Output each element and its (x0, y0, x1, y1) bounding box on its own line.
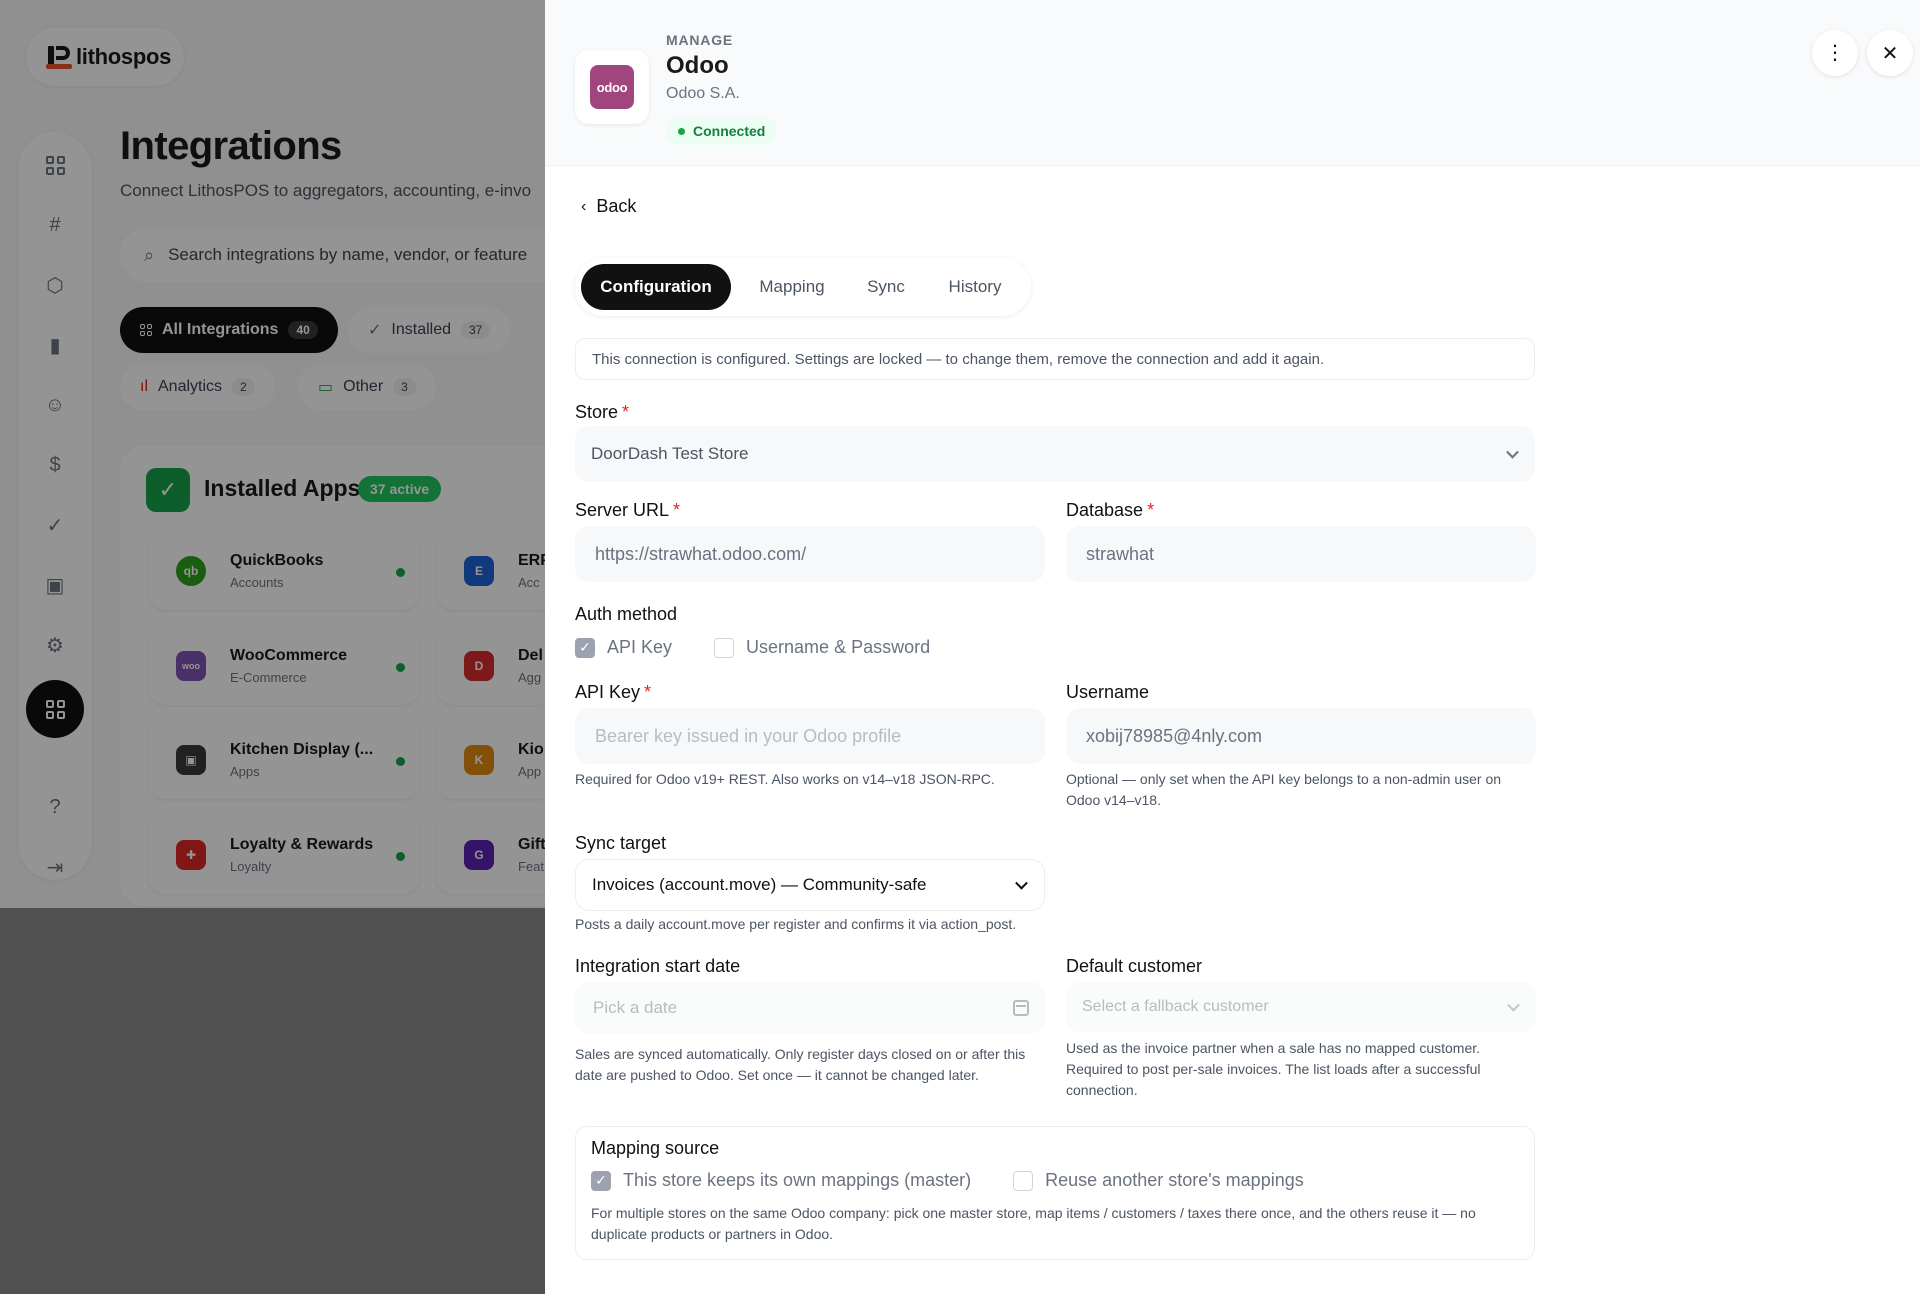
server-url-input[interactable]: https://strawhat.odoo.com/ (575, 526, 1045, 582)
status-dot (678, 127, 685, 135)
default-customer-help: Used as the invoice partner when a sale … (1066, 1040, 1481, 1098)
kebab-menu-icon: ⋮ (1825, 42, 1845, 64)
close-button[interactable]: ✕ (1867, 30, 1913, 76)
username-label: Username (1066, 682, 1150, 702)
sync-target-help: Posts a daily account.move per register … (575, 916, 1017, 932)
username-input[interactable]: xobij78985@4nly.com (1066, 708, 1536, 764)
api-key-label: API Key * (575, 682, 652, 702)
mapping-source-options: ✓ This store keeps its own mappings (mas… (591, 1170, 1304, 1191)
auth-method-options: ✓ API Key Username & Password (575, 637, 930, 658)
database-label: Database * (1066, 500, 1155, 520)
default-customer-select[interactable]: Select a fallback customer (1066, 982, 1536, 1032)
sync-target-label: Sync target (575, 833, 667, 853)
vendor-name: Odoo S.A. (666, 85, 740, 102)
mapping-source-panel: Mapping source ✓ This store keeps its ow… (575, 1126, 1535, 1260)
start-date-input[interactable]: Pick a date (575, 982, 1045, 1034)
vendor-logo: odoo (575, 50, 649, 124)
mapping-source-label: Mapping source (591, 1138, 720, 1158)
start-date-help: Sales are synced automatically. Only reg… (575, 1046, 1026, 1083)
tab-configuration[interactable]: Configuration (581, 264, 731, 310)
tab-history[interactable]: History (927, 264, 1023, 310)
tab-sync[interactable]: Sync (849, 264, 923, 310)
username-help: Optional — only set when the API key bel… (1066, 771, 1502, 808)
store-select[interactable]: DoorDash Test Store (575, 426, 1535, 482)
server-url-label: Server URL * (575, 500, 681, 520)
tab-mapping[interactable]: Mapping (739, 264, 845, 310)
mapping-source-help: For multiple stores on the same Odoo com… (591, 1205, 1476, 1242)
calendar-icon (1013, 1000, 1029, 1016)
reuse-mappings-checkbox[interactable] (1013, 1170, 1034, 1191)
default-customer-label: Default customer (1066, 956, 1203, 976)
status-badge: Connected (666, 117, 778, 145)
modal-backdrop[interactable] (0, 0, 545, 1294)
chevron-left-icon: ‹ (581, 197, 587, 215)
drawer-header: odoo MANAGE Odoo Odoo S.A. Connected ⋮ ✕ (545, 0, 1920, 166)
close-icon: ✕ (1881, 42, 1899, 65)
chevron-down-icon (1507, 998, 1520, 1012)
drawer-eyebrow: MANAGE (666, 32, 734, 48)
master-mappings-checkbox[interactable]: ✓ (591, 1170, 611, 1191)
more-options-button[interactable]: ⋮ (1812, 30, 1858, 76)
start-date-label: Integration start date (575, 956, 741, 976)
api-key-input[interactable]: Bearer key issued in your Odoo profile (575, 708, 1045, 764)
api-key-checkbox[interactable]: ✓ (575, 637, 595, 658)
auth-method-label: Auth method (575, 604, 678, 624)
locked-notice: This connection is configured. Settings … (575, 338, 1535, 380)
chevron-down-icon (1015, 876, 1028, 890)
drawer-title: Odoo (666, 52, 729, 79)
username-password-checkbox[interactable] (714, 637, 735, 658)
api-key-help: Required for Odoo v19+ REST. Also works … (575, 771, 995, 787)
store-label: Store * (575, 402, 630, 422)
tab-bar: Configuration Mapping Sync History (575, 258, 1031, 316)
back-button[interactable]: ‹ Back (581, 196, 636, 217)
chevron-down-icon (1506, 445, 1519, 459)
odoo-logo-icon: odoo (590, 65, 634, 109)
integration-drawer: odoo MANAGE Odoo Odoo S.A. Connected ⋮ ✕… (545, 0, 1920, 1294)
database-input[interactable]: strawhat (1066, 526, 1536, 582)
sync-target-select[interactable]: Invoices (account.move) — Community-safe (575, 859, 1045, 911)
